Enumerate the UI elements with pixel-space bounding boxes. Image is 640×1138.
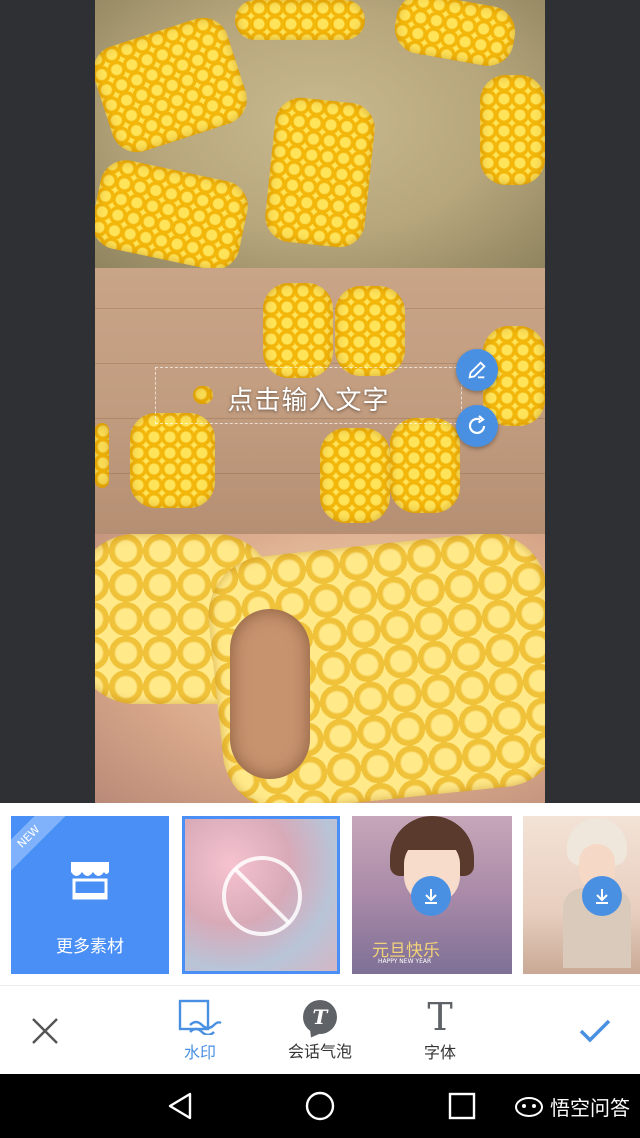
system-nav-bar: 悟空问答 — [0, 1074, 640, 1138]
speech-glyph: T — [312, 1004, 328, 1029]
photo-corn-closeup — [95, 534, 545, 803]
text-placeholder: 点击输入文字 — [227, 386, 390, 416]
photo-canvas[interactable]: 点击输入文字 — [0, 0, 640, 803]
pencil-icon — [468, 361, 486, 379]
download-button[interactable] — [411, 876, 451, 916]
tab-speech-bubble-label: 会话气泡 — [287, 1041, 352, 1061]
tab-watermark[interactable]: 水印 — [160, 986, 240, 1075]
no-symbol-icon — [222, 856, 302, 936]
edit-text-button[interactable] — [456, 349, 498, 391]
new-badge: NEW — [11, 816, 73, 881]
watermark-template-new-year[interactable]: 元旦快乐 HAPPY NEW YEAR — [352, 816, 512, 974]
more-materials-tile[interactable]: NEW 更多素材 — [11, 816, 169, 974]
template-subcaption: HAPPY NEW YEAR — [378, 958, 432, 965]
tab-font[interactable]: T 字体 — [410, 986, 470, 1075]
recents-button[interactable] — [437, 1074, 487, 1138]
brand-watermark: 悟空问答 — [514, 1092, 630, 1121]
download-button-2[interactable] — [582, 876, 622, 916]
store-icon — [71, 862, 109, 900]
watermark-template-2[interactable] — [523, 816, 640, 974]
download-icon — [425, 889, 437, 904]
rotate-icon — [468, 415, 486, 435]
close-button[interactable] — [20, 986, 70, 1075]
tab-speech-bubble[interactable]: T 会话气泡 — [278, 986, 362, 1075]
back-button[interactable] — [155, 1074, 205, 1138]
watermark-icon — [178, 999, 222, 1035]
text-input-box[interactable]: 点击输入文字 — [155, 367, 462, 424]
close-icon — [32, 1017, 58, 1044]
tab-watermark-label: 水印 — [183, 1042, 216, 1062]
rotate-button[interactable] — [456, 405, 498, 447]
download-icon — [596, 889, 608, 904]
photo-corn-soup — [95, 0, 545, 268]
no-watermark-tile[interactable] — [182, 816, 340, 974]
back-triangle-icon — [168, 1092, 192, 1120]
speech-bubble-icon: T — [303, 999, 337, 1040]
home-circle-icon — [305, 1091, 335, 1121]
brand-watermark-text: 悟空问答 — [550, 1096, 630, 1120]
recents-square-icon — [448, 1092, 476, 1120]
material-tray: NEW 更多素材 元旦快乐 HAPPY NEW YEAR — [0, 803, 640, 985]
edit-toolbar: 水印 T 会话气泡 T 字体 — [0, 985, 640, 1075]
home-button[interactable] — [295, 1074, 345, 1138]
brand-logo-icon — [515, 1096, 543, 1117]
more-materials-label: 更多素材 — [56, 937, 124, 957]
confirm-button[interactable] — [570, 986, 620, 1075]
check-icon — [579, 1019, 611, 1042]
font-icon: T — [427, 994, 453, 1039]
tab-font-label: 字体 — [423, 1042, 456, 1062]
